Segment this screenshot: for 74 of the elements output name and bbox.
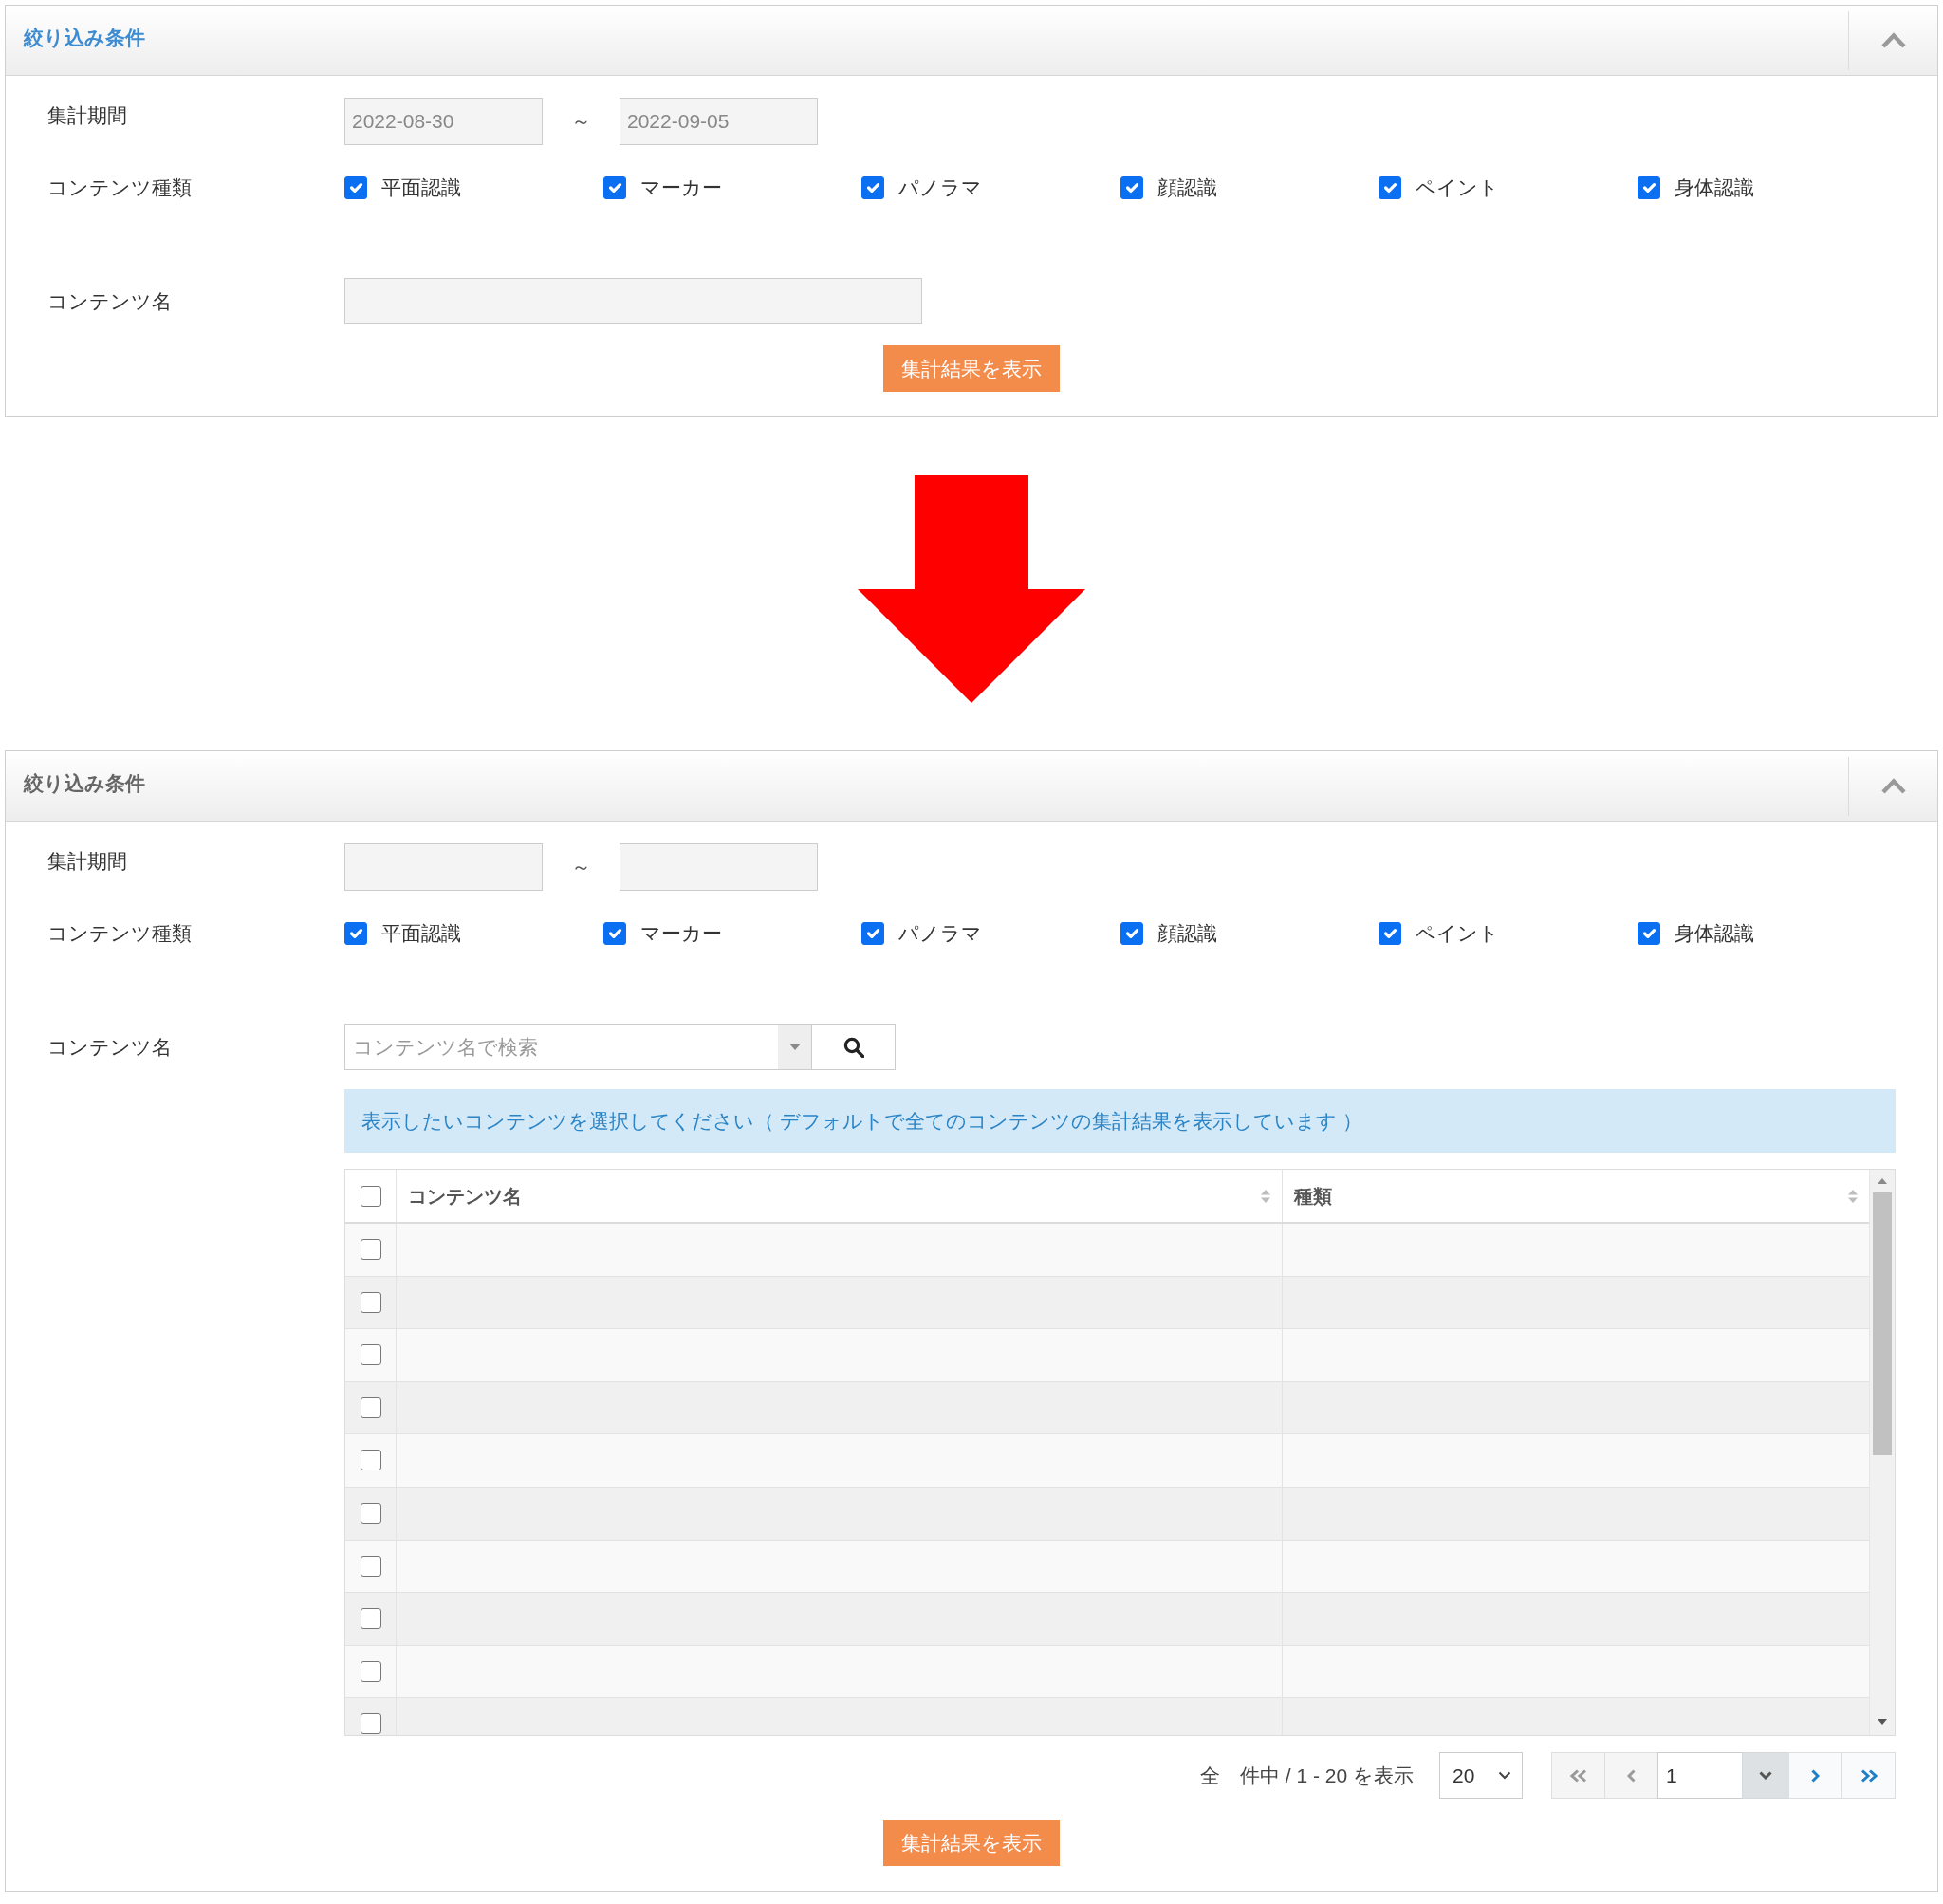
chevron-right-icon [1811,1768,1820,1783]
chevron-up-icon [1879,32,1907,48]
row-checkbox[interactable] [360,1555,381,1577]
pagination-summary: 全 件中 / 1 - 20 を表示 [1199,1763,1414,1788]
checkbox-label[interactable]: 平面認識 [381,919,461,948]
double-chevron-right-icon [1860,1768,1878,1783]
checkbox-label[interactable]: 顔認識 [1157,174,1217,202]
field-label: 集計期間 [47,849,128,874]
page-input[interactable]: 1 [1657,1752,1743,1799]
checkbox-label[interactable]: ペイント [1416,919,1500,948]
field-label: コンテンツ名 [47,288,173,314]
checkbox[interactable] [1637,176,1660,199]
date-field[interactable] [620,843,818,891]
checkbox[interactable] [344,922,367,945]
row-checkbox[interactable] [360,1450,381,1471]
text-field[interactable] [344,278,922,324]
checkbox[interactable] [1637,922,1660,945]
double-chevron-left-icon [1569,1768,1587,1783]
chevron-down-icon [1498,1771,1511,1780]
scrollbar-track[interactable] [1869,1170,1895,1735]
row-checkbox[interactable] [360,1291,381,1313]
field-label: コンテンツ種類 [47,176,193,200]
panel-title: 絞り込み条件 [22,770,146,796]
checkbox[interactable] [1120,176,1143,199]
sort-icon [1848,1188,1858,1204]
scroll-up-icon [1878,1178,1887,1184]
checkbox-label[interactable]: 身体認識 [1674,919,1754,948]
chevron-up-icon [1879,778,1907,794]
checkbox[interactable] [602,922,626,945]
page-size-select[interactable]: 20 [1439,1752,1523,1799]
last-page-button[interactable] [1841,1752,1896,1799]
checkbox[interactable] [1379,922,1402,945]
panel-title: 絞り込み条件 [22,25,146,50]
down-arrow-icon [858,475,1085,703]
checkbox-label[interactable]: 身体認識 [1674,174,1754,202]
field-label: コンテンツ種類 [47,921,193,946]
info-message: 表示したいコンテンツを選択してください（ デフォルトで全てのコンテンツの集計結果を表示しています ） [344,1089,1896,1153]
date-field[interactable] [344,843,543,891]
checkbox-label[interactable]: パノラマ [898,174,983,202]
scroll-down-icon [1878,1719,1887,1725]
checkbox-label[interactable]: ペイント [1416,174,1500,202]
checkbox[interactable] [1120,922,1143,945]
select-all-checkbox[interactable] [360,1185,381,1207]
caret-down-icon [788,1044,801,1050]
row-checkbox[interactable] [360,1239,381,1260]
row-checkbox[interactable] [360,1502,381,1524]
row-checkbox[interactable] [360,1608,381,1630]
checkbox-label[interactable]: マーカー [639,919,722,948]
row-checkbox[interactable] [360,1660,381,1682]
search-icon [842,1036,864,1058]
search-button[interactable] [811,1024,896,1070]
checkbox-label[interactable]: 平面認識 [381,174,461,202]
chevron-left-icon [1627,1768,1636,1783]
field-label: 集計期間 [47,103,128,128]
page-select-button[interactable] [1742,1752,1789,1799]
dropdown-button[interactable] [778,1024,811,1070]
range-separator: ～ [570,109,592,134]
checkbox[interactable] [1379,176,1402,199]
checkbox[interactable] [602,176,626,199]
checkbox[interactable] [861,176,885,199]
range-separator: ～ [570,855,592,879]
field-label: コンテンツ名 [47,1034,173,1060]
checkbox-label[interactable]: 顔認識 [1157,919,1217,948]
sort-icon [1261,1188,1270,1204]
chevron-down-icon [1759,1771,1772,1780]
search-field[interactable]: コンテンツ名で検索 [344,1024,778,1070]
row-checkbox[interactable] [360,1344,381,1366]
checkbox[interactable] [344,176,367,199]
row-checkbox[interactable] [360,1713,381,1735]
scrollbar-thumb[interactable] [1873,1192,1892,1455]
checkbox[interactable] [861,922,885,945]
row-checkbox[interactable] [360,1396,381,1418]
checkbox-label[interactable]: マーカー [639,174,722,202]
checkbox-label[interactable]: パノラマ [898,919,983,948]
